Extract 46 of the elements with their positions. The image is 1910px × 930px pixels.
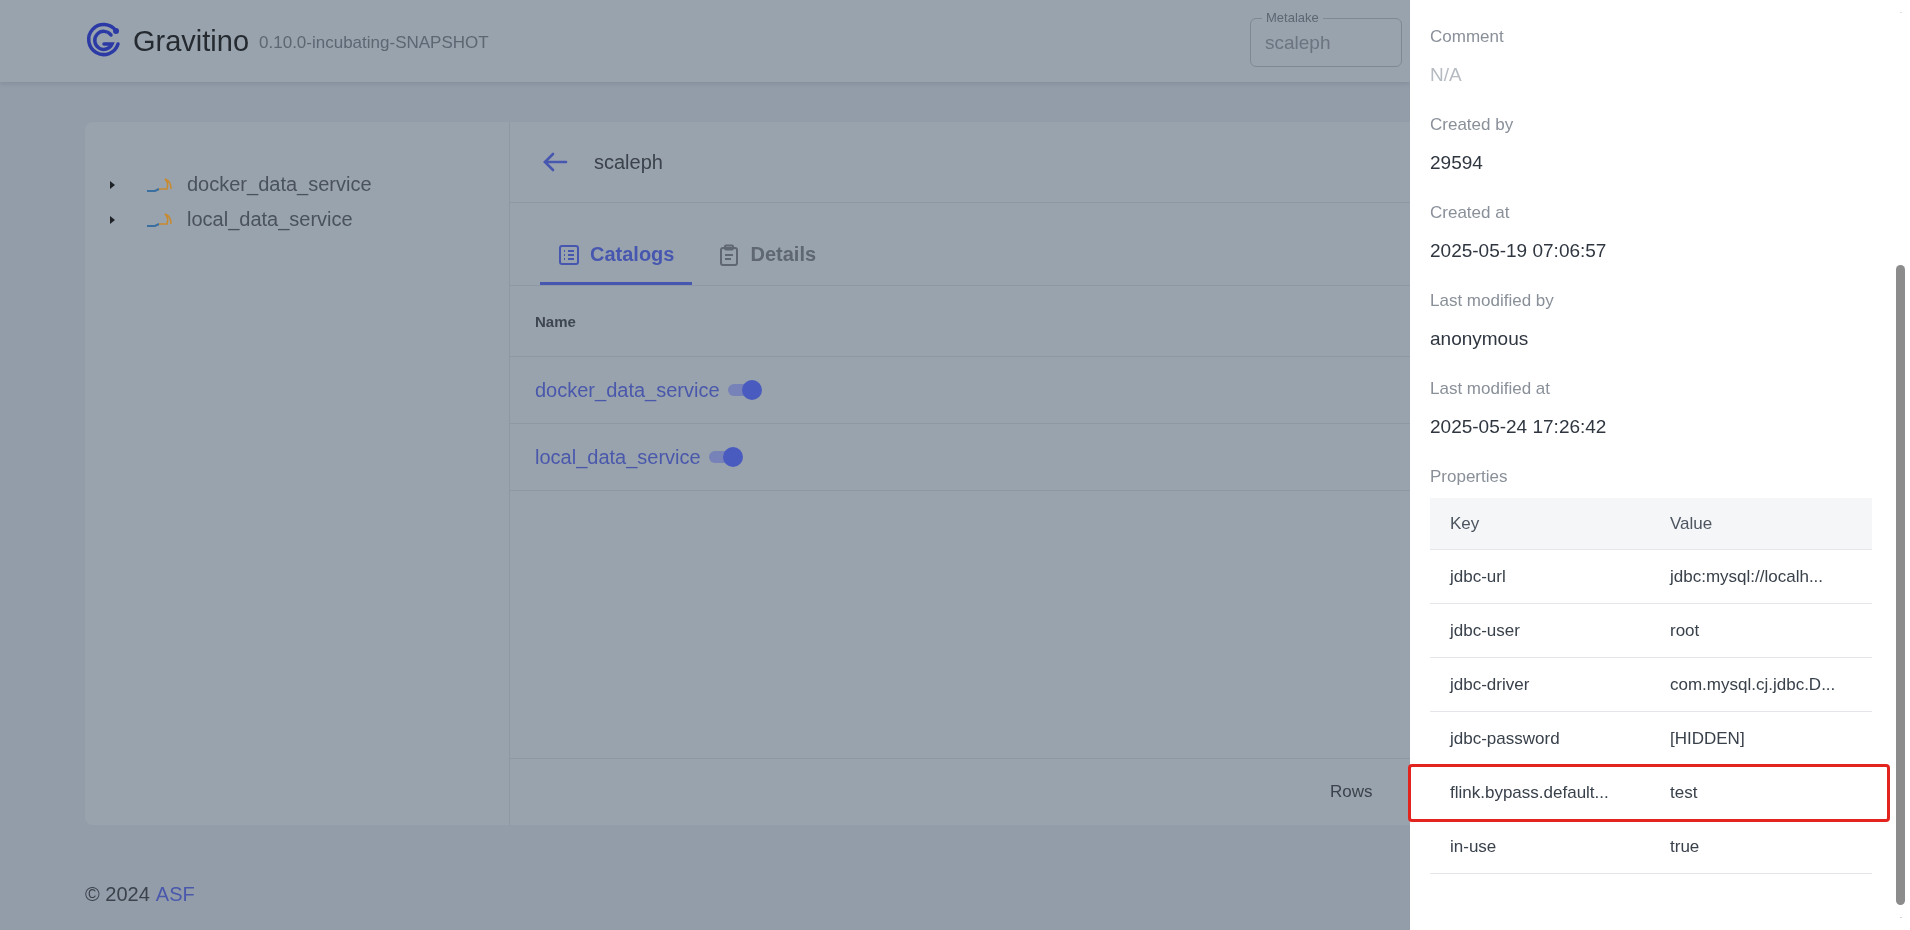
tree-item[interactable]: docker_data_service bbox=[187, 173, 372, 196]
in-use-toggle[interactable] bbox=[708, 446, 743, 468]
property-key: flink.bypass.default... bbox=[1430, 782, 1670, 803]
property-key: jdbc-user bbox=[1430, 620, 1670, 641]
property-value: [HIDDEN] bbox=[1670, 728, 1745, 749]
brand-name: Gravitino bbox=[133, 24, 250, 58]
field-label: Last modified at bbox=[1430, 378, 1551, 400]
field-label: Last modified by bbox=[1430, 290, 1555, 312]
tree-item[interactable]: local_data_service bbox=[187, 208, 353, 231]
property-key: jdbc-driver bbox=[1430, 674, 1670, 695]
field-value: N/A bbox=[1430, 63, 1463, 87]
rows-per-page-label: Rows bbox=[1330, 782, 1373, 802]
property-key: jdbc-password bbox=[1430, 728, 1670, 749]
catalog-link[interactable]: docker_data_service bbox=[535, 378, 720, 402]
field-label: Comment bbox=[1430, 26, 1505, 48]
list-icon bbox=[558, 243, 580, 266]
tab[interactable]: Details bbox=[700, 227, 835, 285]
field-label: Created by bbox=[1430, 114, 1515, 136]
back-arrow-icon[interactable] bbox=[542, 151, 568, 173]
property-value: root bbox=[1670, 620, 1700, 641]
column-header: Value bbox=[1670, 513, 1713, 534]
property-value: com.mysql.cj.jdbc.D... bbox=[1670, 674, 1836, 695]
tab[interactable]: Catalogs bbox=[540, 227, 693, 285]
field-value: 2025-05-19 07:06:57 bbox=[1430, 239, 1608, 263]
column-header: Name bbox=[535, 312, 576, 330]
footer-link[interactable]: ASF bbox=[155, 882, 195, 906]
version-label: 0.10.0-incubating-SNAPSHOT bbox=[259, 33, 489, 53]
property-value: test bbox=[1670, 782, 1698, 803]
expand-caret-icon[interactable] bbox=[107, 179, 117, 190]
field-label: Created at bbox=[1430, 202, 1511, 224]
field-value: 2025-05-24 17:26:42 bbox=[1430, 415, 1608, 439]
clipboard-icon bbox=[718, 243, 741, 266]
copyright-text: © 2024 bbox=[85, 882, 150, 906]
in-use-toggle[interactable] bbox=[727, 379, 762, 401]
section-label: Properties bbox=[1430, 466, 1509, 488]
property-key: jdbc-url bbox=[1430, 566, 1670, 587]
field-value: 29594 bbox=[1430, 151, 1484, 175]
field-value: anonymous bbox=[1430, 327, 1530, 351]
catalog-link[interactable]: local_data_service bbox=[535, 445, 701, 469]
scrollbar-thumb[interactable] bbox=[1896, 265, 1905, 905]
metalake-title: scaleph bbox=[594, 150, 663, 174]
property-key: in-use bbox=[1430, 836, 1670, 857]
column-header: Key bbox=[1449, 513, 1481, 534]
expand-caret-icon[interactable] bbox=[107, 214, 117, 225]
property-value: jdbc:mysql://localh... bbox=[1670, 566, 1824, 587]
property-value: true bbox=[1670, 836, 1700, 857]
